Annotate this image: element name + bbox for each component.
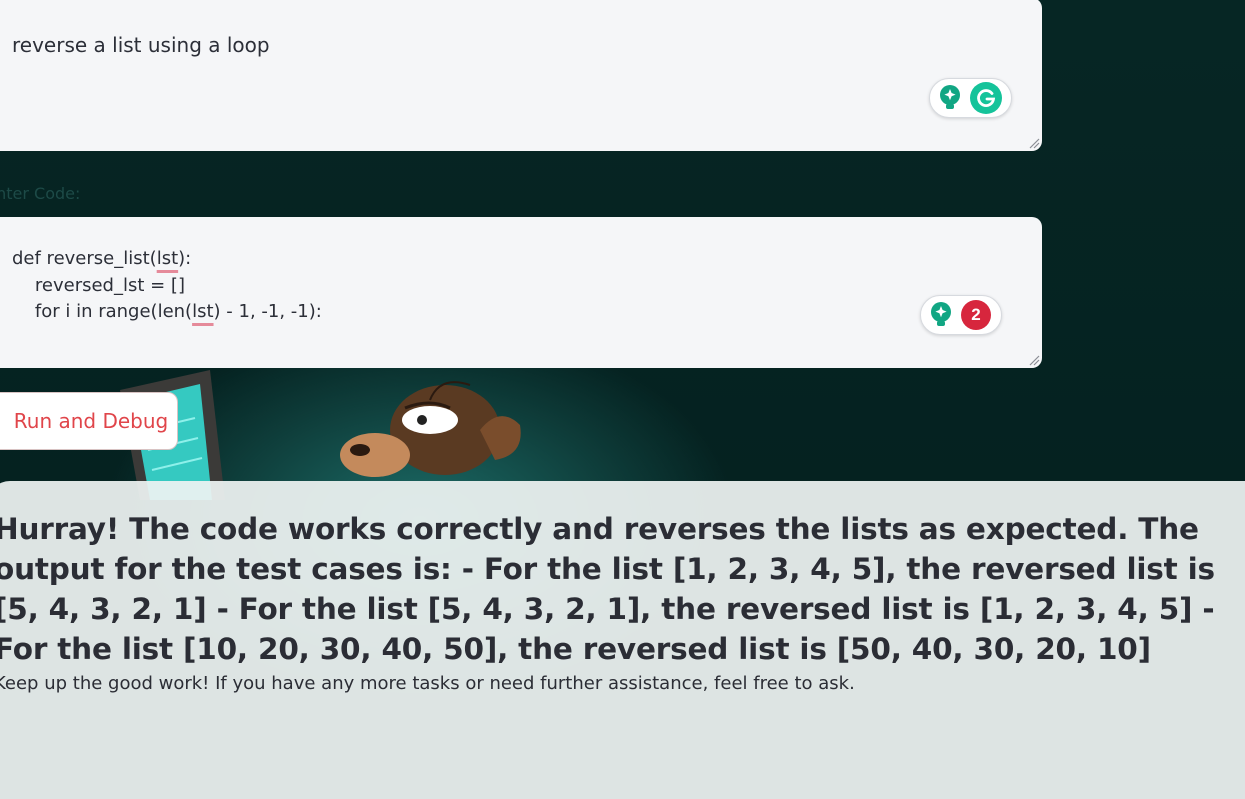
resize-handle-icon[interactable] (1028, 354, 1040, 366)
monkey-coder-illustration (120, 370, 521, 500)
code-textarea[interactable]: def reverse_list(lst): reversed_lst = []… (0, 217, 1042, 368)
grammarly-widget-code[interactable]: 2 (920, 295, 1002, 335)
code-line-1: def reverse_list(lst): (12, 246, 1042, 273)
code-text: ) - 1, -1, -1): (213, 301, 322, 322)
code-input-label: Enter Code: (0, 184, 81, 203)
grammarly-issue-count-badge[interactable]: 2 (961, 300, 991, 330)
code-line-2: reversed_lst = [] (12, 274, 185, 296)
resize-handle-icon[interactable] (1028, 137, 1040, 149)
code-text: for i in range(len( (12, 301, 193, 322)
monkey-head-icon (340, 381, 521, 477)
result-panel: Hurray! The code works correctly and rev… (0, 481, 1245, 799)
lightbulb-icon[interactable] (927, 301, 955, 329)
spelling-flag[interactable]: lst (192, 301, 213, 322)
result-heading: Hurray! The code works correctly and rev… (0, 512, 1215, 666)
spelling-flag[interactable]: lst (157, 248, 178, 269)
code-text: def reverse_list( (12, 248, 157, 269)
run-and-debug-button[interactable]: Run and Debug (0, 392, 178, 450)
prompt-textarea[interactable]: reverse a list using a loop (0, 0, 1042, 151)
grammarly-widget-prompt[interactable] (929, 78, 1012, 118)
grammarly-logo-icon[interactable] (970, 82, 1002, 114)
prompt-text: reverse a list using a loop (12, 33, 270, 57)
lightbulb-icon[interactable] (936, 84, 964, 112)
result-note: Keep up the good work! If you have any m… (0, 673, 855, 694)
code-line-3: for i in range(len(lst) - 1, -1, -1): (12, 299, 1042, 326)
code-text: ): (178, 248, 192, 269)
